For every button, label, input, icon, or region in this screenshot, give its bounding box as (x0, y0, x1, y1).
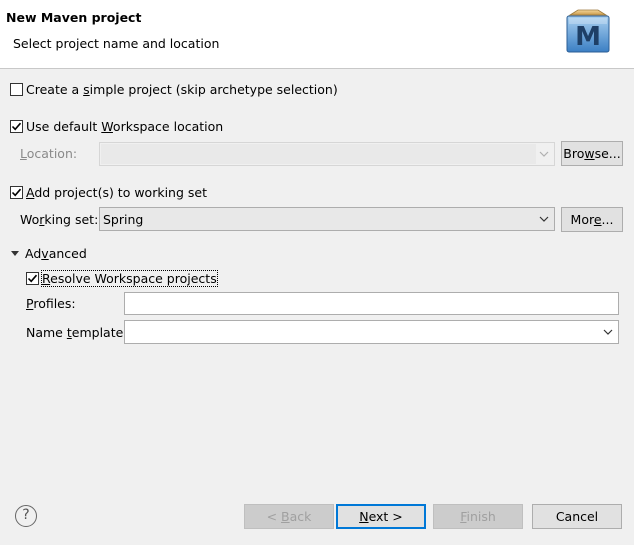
working-set-label: Working set: (20, 212, 99, 227)
location-combo[interactable] (99, 142, 555, 166)
working-set-checkbox-label[interactable]: Add project(s) to working set (26, 185, 207, 200)
simple-project-checkbox[interactable] (10, 83, 23, 96)
logo-letter: M (575, 22, 601, 52)
default-workspace-label[interactable]: Use default Workspace location (26, 119, 223, 134)
location-label: Location: (20, 146, 78, 161)
profiles-input[interactable] (124, 292, 619, 315)
checkmark-icon (11, 122, 22, 131)
advanced-section-toggle[interactable]: Advanced (25, 246, 87, 261)
help-icon[interactable]: ? (15, 505, 37, 527)
cancel-button[interactable]: Cancel (532, 504, 622, 529)
resolve-workspace-checkbox[interactable] (26, 272, 39, 285)
expand-triangle-icon[interactable] (10, 249, 20, 259)
name-template-label: Name template: (26, 325, 128, 340)
checkmark-icon (27, 274, 38, 283)
chevron-down-icon (539, 151, 549, 157)
chevron-down-icon (539, 216, 549, 222)
resolve-workspace-label[interactable]: Resolve Workspace projects (41, 270, 218, 287)
location-input[interactable] (101, 144, 536, 164)
working-set-value: Spring (103, 212, 144, 227)
working-set-checkbox[interactable] (10, 186, 23, 199)
maven-logo-icon: M (566, 9, 610, 53)
dialog-subtitle: Select project name and location (13, 36, 220, 51)
name-template-combo[interactable] (124, 320, 619, 344)
dialog-header: New Maven project Select project name an… (0, 0, 634, 69)
simple-project-label[interactable]: Create a simple project (skip archetype … (26, 82, 338, 97)
checkmark-icon (11, 188, 22, 197)
browse-button[interactable]: Browse... (561, 141, 623, 166)
back-button[interactable]: < Back (244, 504, 334, 529)
more-button[interactable]: More... (561, 207, 623, 232)
chevron-down-icon (603, 329, 613, 335)
default-workspace-checkbox[interactable] (10, 120, 23, 133)
dialog-title: New Maven project (6, 10, 142, 25)
next-button[interactable]: Next > (336, 504, 426, 529)
finish-button[interactable]: Finish (433, 504, 523, 529)
profiles-label: Profiles: (26, 296, 76, 311)
working-set-select[interactable]: Spring (99, 207, 555, 231)
